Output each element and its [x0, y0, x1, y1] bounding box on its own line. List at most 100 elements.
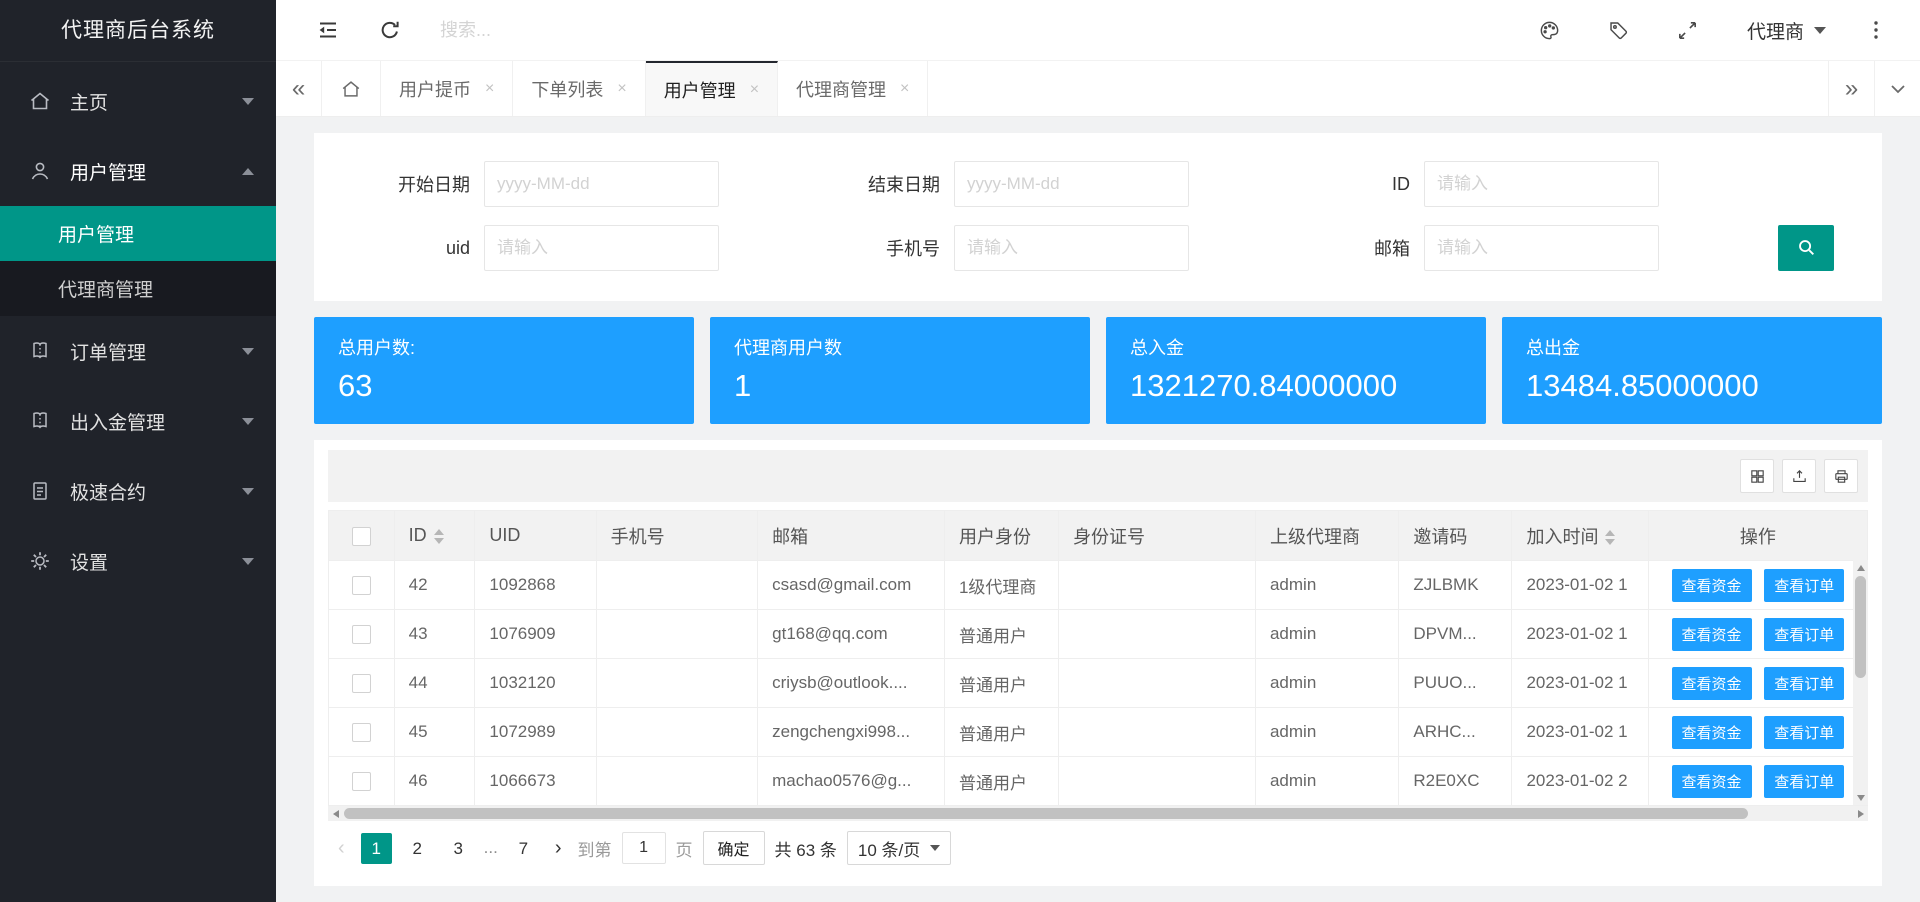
- tabs-menu-button[interactable]: [1874, 61, 1920, 116]
- sidebar-item-label: 设置: [70, 548, 108, 575]
- tab-home[interactable]: [322, 61, 381, 116]
- select-all-checkbox[interactable]: [352, 527, 371, 546]
- cell-email: zengchengxi998...: [758, 708, 945, 757]
- sidebar-item-contracts[interactable]: 极速合约: [0, 456, 276, 526]
- tab-label: 下单列表: [531, 76, 603, 102]
- vertical-scrollbar[interactable]: [1853, 560, 1868, 805]
- page-button-2[interactable]: 2: [402, 833, 433, 864]
- phone-input[interactable]: [954, 225, 1189, 271]
- stat-label: 代理商用户数: [734, 334, 1066, 360]
- email-input[interactable]: [1424, 225, 1659, 271]
- confirm-button[interactable]: 确定: [703, 831, 765, 865]
- tag-icon[interactable]: [1607, 19, 1630, 42]
- cell-phone: [596, 708, 758, 757]
- row-checkbox[interactable]: [352, 674, 371, 693]
- sidebar-item-user-mgmt[interactable]: 用户管理: [0, 136, 276, 206]
- header-join-time[interactable]: 加入时间: [1512, 511, 1648, 561]
- table-zone: ID UID 手机号 邮箱 用户身份 身份证号 上级代理商 邀请码 加入时间 操…: [328, 510, 1868, 806]
- view-orders-button[interactable]: 查看订单: [1764, 618, 1844, 651]
- sidebar-subitem-agent-mgmt[interactable]: 代理商管理: [0, 261, 276, 316]
- start-date-input[interactable]: [484, 161, 719, 207]
- row-checkbox[interactable]: [352, 625, 371, 644]
- cell-id: 44: [394, 659, 475, 708]
- scroll-down-arrow[interactable]: [1853, 790, 1868, 805]
- user-menu[interactable]: 代理商: [1747, 17, 1826, 44]
- sidebar-menu: 主页 用户管理 用户管理 代理商管理: [0, 62, 276, 596]
- view-orders-button[interactable]: 查看订单: [1764, 716, 1844, 749]
- tabs-scroll-right-button[interactable]: »: [1828, 61, 1874, 116]
- sidebar-item-funds-mgmt[interactable]: 出入金管理: [0, 386, 276, 456]
- close-icon[interactable]: ×: [900, 80, 909, 98]
- view-funds-button[interactable]: 查看资金: [1672, 618, 1752, 651]
- row-checkbox[interactable]: [352, 576, 371, 595]
- search-input[interactable]: [440, 20, 760, 41]
- tab-label: 用户管理: [664, 77, 736, 103]
- filter-phone: 手机号: [824, 225, 1294, 271]
- view-funds-button[interactable]: 查看资金: [1672, 765, 1752, 798]
- header-action: 操作: [1648, 511, 1867, 561]
- page-size-select[interactable]: 10 条/页: [847, 831, 951, 865]
- filter-email: 邮箱: [1294, 225, 1764, 271]
- scroll-up-arrow[interactable]: [1853, 560, 1868, 575]
- view-orders-button[interactable]: 查看订单: [1764, 569, 1844, 602]
- tab-user-withdraw[interactable]: 用户提币 ×: [381, 61, 513, 116]
- view-funds-button[interactable]: 查看资金: [1672, 667, 1752, 700]
- sidebar-item-order-mgmt[interactable]: 订单管理: [0, 316, 276, 386]
- page-button-7[interactable]: 7: [508, 833, 539, 864]
- next-page-button[interactable]: ›: [549, 837, 568, 860]
- tab-user-mgmt[interactable]: 用户管理 ×: [646, 61, 778, 116]
- theme-palette-icon[interactable]: [1538, 19, 1561, 42]
- more-options-icon[interactable]: [1866, 19, 1886, 41]
- scroll-left-arrow[interactable]: [328, 806, 343, 821]
- close-icon[interactable]: ×: [485, 80, 494, 98]
- view-funds-button[interactable]: 查看资金: [1672, 569, 1752, 602]
- prev-page-button[interactable]: ‹: [332, 837, 351, 860]
- row-checkbox[interactable]: [352, 772, 371, 791]
- view-orders-button[interactable]: 查看订单: [1764, 765, 1844, 798]
- tabs-right-controls: »: [1828, 61, 1920, 116]
- tab-agent-mgmt[interactable]: 代理商管理 ×: [778, 61, 928, 116]
- goto-page-input[interactable]: [622, 832, 666, 864]
- close-icon[interactable]: ×: [617, 80, 626, 98]
- export-button[interactable]: [1782, 459, 1816, 493]
- end-date-input[interactable]: [954, 161, 1189, 207]
- sort-icon[interactable]: [1605, 530, 1615, 545]
- scroll-right-arrow[interactable]: [1853, 806, 1868, 821]
- user-icon: [28, 159, 52, 183]
- cell-invite: DPVM...: [1399, 610, 1512, 659]
- select-all-cell: [329, 511, 395, 561]
- cell-join-time: 2023-01-02 2: [1512, 757, 1648, 806]
- ledger-icon: [28, 409, 52, 433]
- sidebar-item-home[interactable]: 主页: [0, 66, 276, 136]
- view-funds-button[interactable]: 查看资金: [1672, 716, 1752, 749]
- page-button-1[interactable]: 1: [361, 833, 392, 864]
- sort-icon[interactable]: [434, 529, 444, 544]
- close-icon[interactable]: ×: [750, 81, 759, 99]
- print-button[interactable]: [1824, 459, 1858, 493]
- print-icon: [1833, 468, 1850, 485]
- columns-filter-button[interactable]: [1740, 459, 1774, 493]
- header-id[interactable]: ID: [394, 511, 475, 561]
- cell-agent: admin: [1255, 610, 1398, 659]
- filter-form: 开始日期 结束日期 ID uid: [314, 133, 1882, 301]
- scrollbar-thumb[interactable]: [1855, 576, 1866, 678]
- cell-phone: [596, 757, 758, 806]
- view-orders-button[interactable]: 查看订单: [1764, 667, 1844, 700]
- user-menu-label: 代理商: [1747, 17, 1804, 44]
- search-button[interactable]: [1778, 225, 1834, 271]
- header-uid: UID: [475, 511, 596, 561]
- uid-input[interactable]: [484, 225, 719, 271]
- scrollbar-thumb[interactable]: [344, 808, 1748, 819]
- horizontal-scrollbar[interactable]: [328, 806, 1868, 821]
- tab-order-list[interactable]: 下单列表 ×: [513, 61, 645, 116]
- tabs-scroll-left-button[interactable]: «: [276, 61, 322, 116]
- collapse-sidebar-icon[interactable]: [316, 18, 340, 42]
- sidebar-item-settings[interactable]: 设置: [0, 526, 276, 596]
- id-input[interactable]: [1424, 161, 1659, 207]
- row-checkbox[interactable]: [352, 723, 371, 742]
- refresh-icon[interactable]: [378, 18, 402, 42]
- pagination: ‹ 1 2 3 ... 7 › 到第 页 确定 共 63 条 10 条/页: [328, 821, 1868, 875]
- fullscreen-icon[interactable]: [1676, 19, 1699, 42]
- sidebar-subitem-user-mgmt[interactable]: 用户管理: [0, 206, 276, 261]
- page-button-3[interactable]: 3: [443, 833, 474, 864]
